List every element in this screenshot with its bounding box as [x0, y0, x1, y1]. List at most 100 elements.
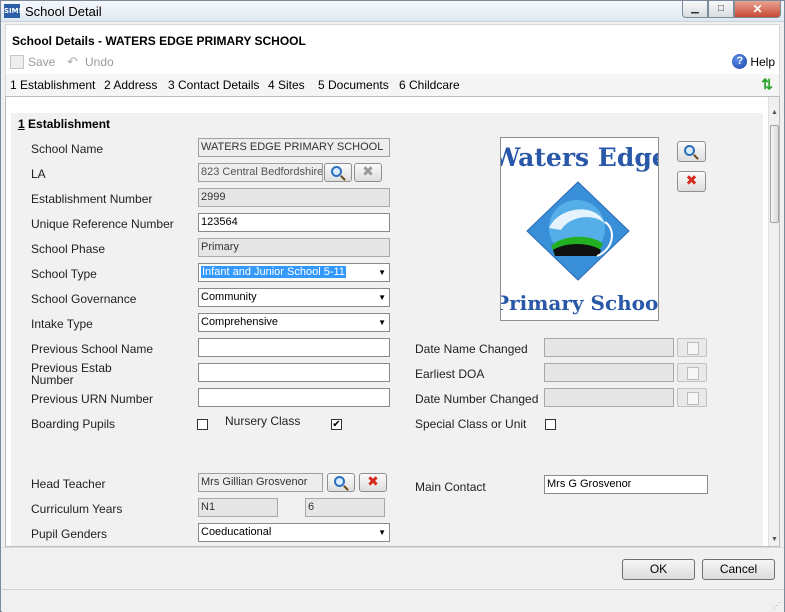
resize-grip-icon[interactable]: ⋰ [773, 601, 781, 610]
school-logo: Waters Edge Primary School [500, 137, 659, 321]
pupil-genders-select[interactable]: Coeducational ▼ [198, 523, 390, 542]
search-icon [330, 166, 342, 177]
previous-estab-number-field[interactable] [198, 363, 390, 382]
boarding-pupils-checkbox[interactable] [197, 419, 208, 430]
nursery-class-checkbox[interactable]: ✔ [331, 419, 342, 430]
intake-type-label: Intake Type [31, 317, 93, 331]
save-label: Save [28, 55, 56, 69]
vertical-scrollbar[interactable]: ▲ ▼ [768, 97, 779, 546]
help-icon: ? [732, 54, 748, 69]
tab-sites[interactable]: 4 Sites [268, 78, 305, 92]
undo-button[interactable]: ↶ Undo [67, 55, 114, 69]
scrollbar-thumb[interactable] [770, 125, 779, 223]
head-teacher-label: Head Teacher [31, 477, 106, 491]
close-button[interactable]: ✕ [734, 1, 781, 18]
nursery-class-label: Nursery Class [225, 414, 301, 428]
sims-app-icon: SIMS [4, 4, 24, 18]
earliest-doa-field[interactable] [544, 363, 674, 382]
undo-label: Undo [85, 55, 114, 69]
search-icon [684, 145, 695, 156]
section-number: 1 [18, 117, 25, 131]
la-clear-button[interactable]: ✖ [354, 163, 382, 182]
school-name-label: School Name [31, 142, 104, 156]
urn-label: Unique Reference Number [31, 217, 174, 231]
cancel-button[interactable]: Cancel [702, 559, 775, 580]
chevron-down-icon: ▼ [378, 528, 386, 537]
previous-urn-field[interactable] [198, 388, 390, 407]
page-title: School Details - WATERS EDGE PRIMARY SCH… [12, 34, 306, 48]
school-governance-label: School Governance [31, 292, 137, 306]
calendar-icon[interactable] [677, 338, 707, 357]
section-title: Establishment [28, 117, 111, 131]
school-governance-value: Community [201, 291, 257, 303]
date-name-changed-field[interactable] [544, 338, 674, 357]
toolbar: Save ↶ Undo ? Help [5, 52, 780, 74]
date-number-changed-field[interactable] [544, 388, 674, 407]
intake-type-value: Comprehensive [201, 316, 279, 328]
tab-address[interactable]: 2 Address [104, 78, 157, 92]
la-field[interactable]: 823 Central Bedfordshire [198, 163, 323, 182]
school-governance-select[interactable]: Community ▼ [198, 288, 390, 307]
previous-school-name-label: Previous School Name [31, 342, 154, 356]
school-type-value: Infant and Junior School 5-11 [201, 266, 346, 278]
tab-documents[interactable]: 5 Documents [318, 78, 389, 92]
save-icon [10, 55, 24, 69]
logo-remove-button[interactable]: ✖ [677, 171, 706, 192]
previous-school-name-field[interactable] [198, 338, 390, 357]
delete-icon: ✖ [362, 164, 374, 180]
head-teacher-search-button[interactable] [327, 473, 355, 492]
scroll-down-icon[interactable]: ▼ [771, 536, 778, 543]
curriculum-years-to-field[interactable]: 6 [305, 498, 385, 517]
save-button[interactable]: Save [10, 55, 55, 69]
window-title: School Detail [25, 4, 102, 19]
undo-icon: ↶ [67, 54, 78, 69]
dialog-footer: OK Cancel [2, 547, 784, 589]
school-logo-image: Waters Edge Primary School [501, 143, 659, 315]
details-header: School Details - WATERS EDGE PRIMARY SCH… [5, 24, 780, 52]
maximize-button[interactable]: □ [708, 1, 734, 18]
school-phase-field[interactable]: Primary [198, 238, 390, 257]
establishment-number-label: Establishment Number [31, 192, 153, 206]
main-contact-label: Main Contact [415, 480, 486, 494]
earliest-doa-label: Earliest DOA [415, 367, 485, 381]
chevron-down-icon: ▼ [378, 293, 386, 302]
minimize-button[interactable]: ▁ [682, 1, 708, 18]
la-search-button[interactable] [324, 163, 352, 182]
previous-urn-label: Previous URN Number [31, 392, 154, 406]
intake-type-select[interactable]: Comprehensive ▼ [198, 313, 390, 332]
school-name-field[interactable]: WATERS EDGE PRIMARY SCHOOL [198, 138, 390, 157]
help-label: Help [750, 54, 775, 69]
head-teacher-field[interactable]: Mrs Gillian Grosvenor [198, 473, 323, 492]
previous-estab-label-line2: Number [31, 373, 74, 387]
chevron-down-icon: ▼ [378, 318, 386, 327]
status-bar: ⋰ [2, 589, 784, 612]
section-tabs: 1 Establishment 2 Address 3 Contact Deta… [5, 74, 780, 96]
tab-establishment[interactable]: 1 Establishment [10, 78, 95, 92]
tab-contact-details[interactable]: 3 Contact Details [168, 78, 259, 92]
section-header: 1 Establishment [18, 117, 110, 131]
search-icon [333, 476, 345, 487]
special-class-checkbox[interactable] [545, 419, 556, 430]
calendar-icon[interactable] [677, 388, 707, 407]
ok-button[interactable]: OK [622, 559, 695, 580]
establishment-number-field[interactable]: 2999 [198, 188, 390, 207]
help-button[interactable]: ? Help [732, 54, 775, 69]
scroll-up-icon[interactable]: ▲ [771, 109, 778, 116]
logo-text-bottom: Primary School [501, 291, 659, 315]
title-bar: SIMS School Detail ▁ □ ✕ [1, 1, 784, 22]
main-contact-field[interactable]: Mrs G Grosvenor [544, 475, 708, 494]
swap-panels-icon[interactable]: ⇅ [761, 77, 773, 91]
school-type-select[interactable]: Infant and Junior School 5-11 ▼ [198, 263, 390, 282]
special-class-label: Special Class or Unit [415, 417, 527, 431]
tab-childcare[interactable]: 6 Childcare [399, 78, 460, 92]
pupil-genders-label: Pupil Genders [31, 527, 108, 541]
content-area: 1 Establishment School Name LA Establish… [5, 96, 780, 547]
head-teacher-clear-button[interactable]: ✖ [359, 473, 387, 492]
urn-field[interactable]: 123564 [198, 213, 390, 232]
logo-view-button[interactable] [677, 141, 706, 162]
school-detail-window: SIMS School Detail ▁ □ ✕ School Details … [0, 0, 785, 612]
chevron-down-icon: ▼ [378, 268, 386, 277]
curriculum-years-from-field[interactable]: N1 [198, 498, 278, 517]
date-number-changed-label: Date Number Changed [415, 392, 539, 406]
calendar-icon[interactable] [677, 363, 707, 382]
